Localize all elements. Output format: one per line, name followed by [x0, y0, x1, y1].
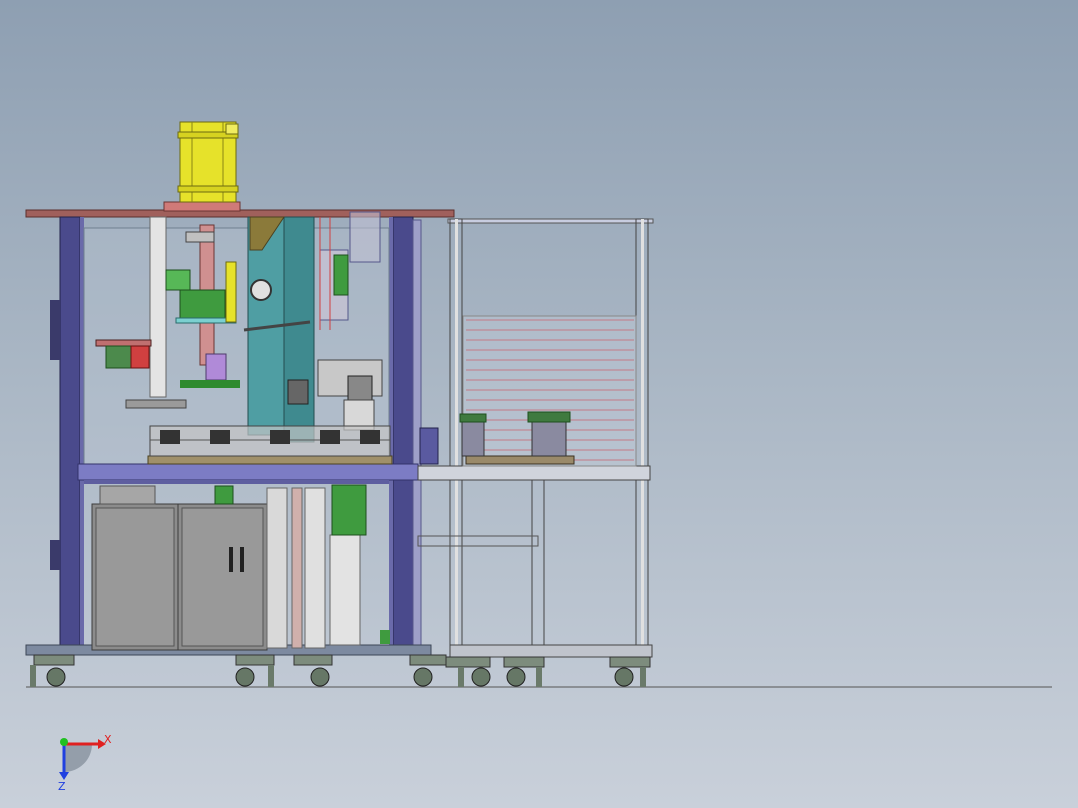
model-part: [33, 654, 75, 666]
model-part: [33, 654, 75, 687]
model-part: [417, 465, 651, 481]
graphics-area[interactable]: X Z: [0, 0, 1078, 808]
model-part: [185, 231, 215, 243]
model-part: [310, 667, 330, 687]
model-part: [210, 430, 230, 444]
model-part: [268, 665, 274, 687]
model-part: [349, 211, 381, 263]
model-part: [225, 123, 239, 135]
cylinder-base-plate: [163, 201, 241, 212]
model-part: [149, 216, 167, 398]
model-part: [99, 485, 156, 505]
model-part: [531, 479, 545, 651]
green-press-plate: [179, 289, 226, 321]
mid-deck-plate: [77, 463, 419, 481]
part-stack-right: [531, 421, 567, 457]
model-part: [95, 339, 152, 347]
x-axis-label: X: [104, 733, 112, 746]
model-part: [641, 219, 644, 659]
model-part: [409, 654, 447, 666]
z-axis-label: Z: [58, 780, 66, 793]
model-part: [95, 507, 175, 647]
model-part: [413, 667, 433, 687]
model-part: [360, 430, 380, 444]
orientation-triad[interactable]: X Z: [40, 720, 130, 800]
side-top-rail: [447, 218, 654, 224]
model-part: [614, 667, 634, 687]
model-part: [380, 630, 390, 644]
model-part: [527, 411, 571, 423]
model-part: [84, 480, 389, 484]
cabinet-handle-right: [240, 547, 244, 572]
model-part: [471, 667, 491, 687]
model-part: [205, 353, 227, 381]
model-part: [449, 644, 653, 658]
feeder-motor: [419, 427, 439, 465]
frame-post-right: [392, 216, 414, 648]
model-part: [165, 269, 191, 291]
model-part: [177, 185, 239, 193]
model-part: [640, 667, 646, 687]
model-part: [304, 487, 326, 649]
side-frame-module: [417, 218, 654, 660]
model-part: [225, 261, 237, 323]
model-part: [329, 534, 361, 646]
model-part: [30, 665, 36, 687]
model-part: [445, 656, 491, 687]
cabinet-handle-left: [229, 547, 233, 572]
model-part: [455, 219, 458, 659]
model-part: [536, 667, 542, 687]
model-part: [50, 540, 60, 570]
feed-tray: [465, 455, 575, 465]
model-part: [180, 380, 240, 388]
model-part: [291, 487, 303, 649]
model-part: [235, 654, 275, 666]
model-part: [160, 430, 180, 444]
main-machine: [25, 121, 455, 656]
model-part: [181, 507, 264, 647]
model-part: [270, 430, 290, 444]
triad-quadrant-shadow: [64, 744, 92, 772]
model-part: [333, 254, 349, 296]
model-part: [409, 654, 447, 687]
rotary-table: [147, 455, 393, 465]
machine-assembly-model[interactable]: [0, 0, 1078, 808]
casters-main: [30, 654, 447, 687]
model-part: [320, 430, 340, 444]
model-part: [287, 379, 309, 405]
model-part: [46, 667, 66, 687]
model-part: [503, 656, 545, 668]
model-part: [458, 667, 464, 687]
model-part: [417, 535, 539, 547]
model-part: [50, 300, 60, 360]
model-part: [266, 487, 288, 649]
model-part: [283, 216, 315, 443]
lower-green-plate: [331, 484, 367, 536]
y-axis-dot: [60, 738, 68, 746]
model-part: [250, 279, 272, 301]
frame-post-left: [59, 216, 81, 648]
part-stack-left: [461, 421, 485, 457]
model-part: [214, 485, 234, 505]
model-part: [609, 656, 651, 668]
model-part: [235, 667, 255, 687]
model-part: [347, 375, 373, 401]
model-part: [80, 217, 84, 647]
model-part: [459, 413, 487, 423]
model-part: [293, 654, 333, 666]
model-part: [506, 667, 526, 687]
model-part: [445, 656, 491, 668]
model-part: [130, 345, 150, 369]
casters-side: [445, 656, 651, 687]
model-part: [125, 399, 187, 409]
model-part: [293, 654, 333, 687]
